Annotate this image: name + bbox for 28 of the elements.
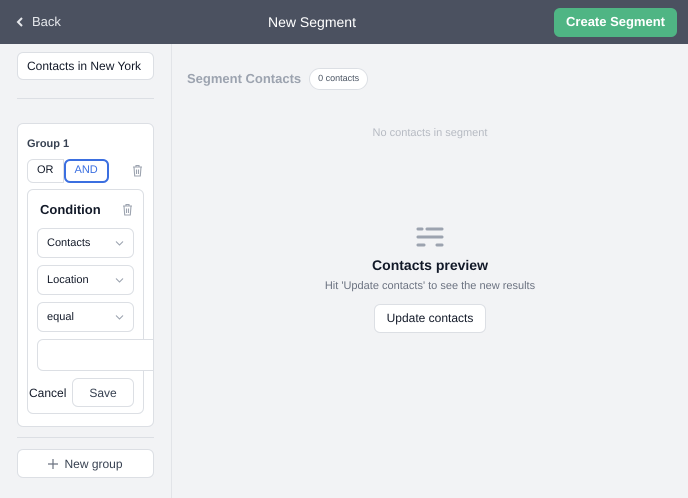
condition-title: Condition	[40, 200, 101, 218]
dropdown[interactable]: Location	[37, 265, 134, 295]
save-button[interactable]: Save	[72, 378, 134, 407]
chevron-left-icon	[16, 17, 24, 27]
preview-hint: Hit 'Update contacts' to see the new results	[324, 279, 536, 294]
dropdown[interactable]: Contacts	[37, 228, 134, 258]
back-button[interactable]: Back	[16, 12, 61, 32]
dropdown[interactable]: equal	[37, 302, 134, 332]
empty-message: No contacts in segment	[372, 126, 488, 140]
trash-icon[interactable]	[132, 164, 143, 177]
chevron-down-icon	[115, 278, 124, 282]
preview-title: Contacts preview	[372, 256, 488, 275]
list-icon	[416, 227, 444, 247]
group-title: Group 1	[27, 137, 70, 152]
segment-name-field[interactable]: Contacts in New York	[17, 52, 154, 80]
page-title: New Segment	[268, 12, 356, 32]
plus-icon	[48, 458, 58, 468]
operator-toggle[interactable]: OR	[27, 158, 64, 182]
count-badge: 0 contacts	[309, 68, 368, 90]
operator-toggle[interactable]: AND	[64, 158, 109, 182]
cancel-button[interactable]: Cancel	[29, 384, 66, 402]
chevron-down-icon	[115, 314, 124, 320]
trash-icon[interactable]	[122, 202, 133, 216]
chevron-down-icon	[115, 240, 124, 246]
value-field[interactable]	[37, 339, 153, 371]
section-title: Segment Contacts	[187, 70, 302, 88]
update-contacts-button[interactable]: Update contacts	[374, 304, 486, 332]
new-group-button[interactable]: New group	[17, 449, 154, 478]
